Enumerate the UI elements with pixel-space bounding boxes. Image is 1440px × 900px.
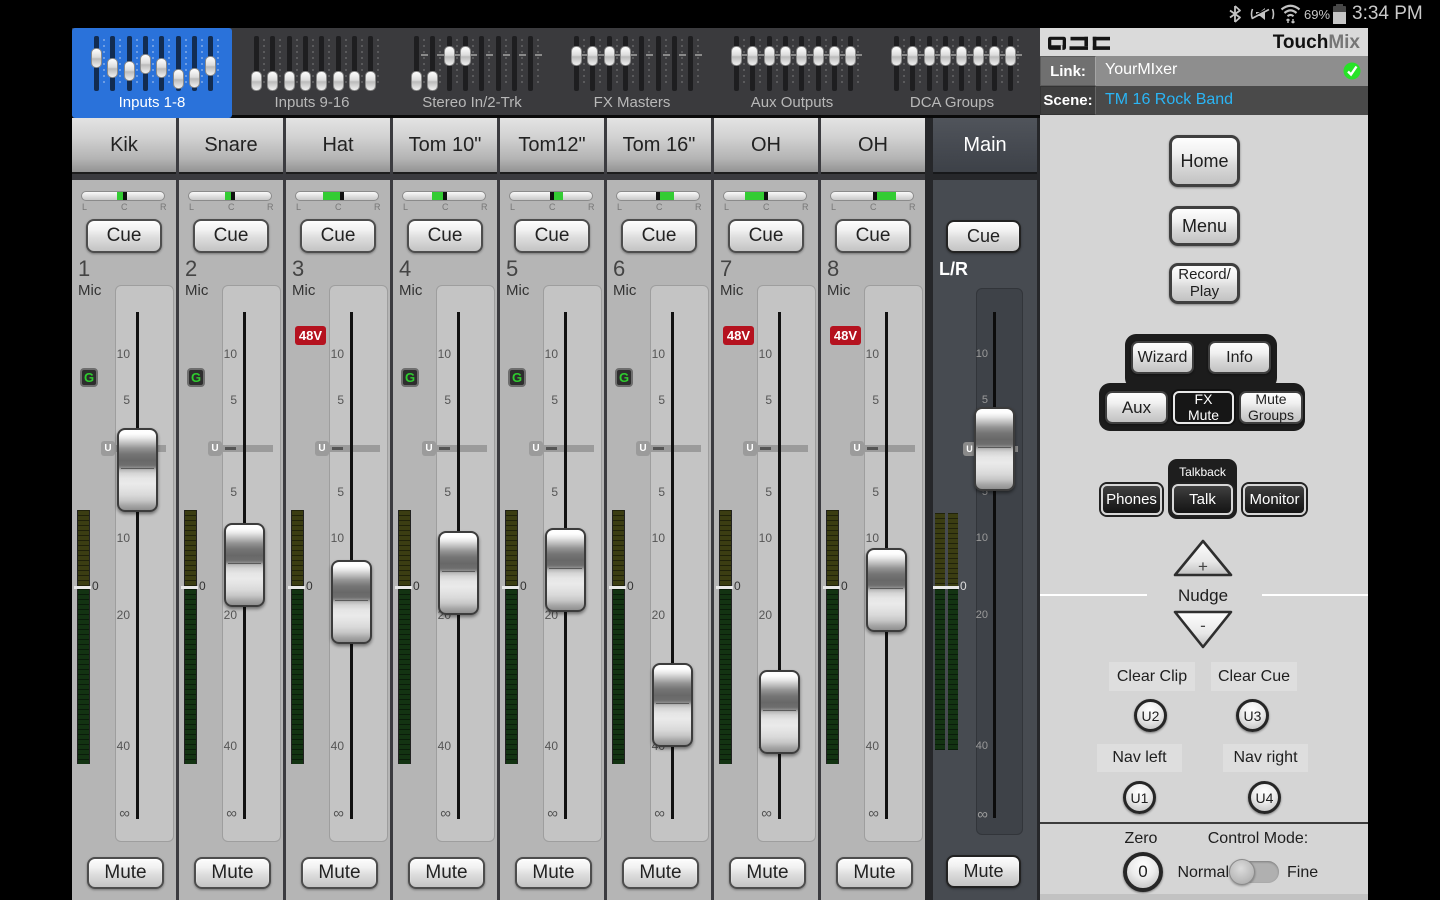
svg-text:+: + <box>1198 557 1208 576</box>
svg-text:-: - <box>1200 616 1206 635</box>
